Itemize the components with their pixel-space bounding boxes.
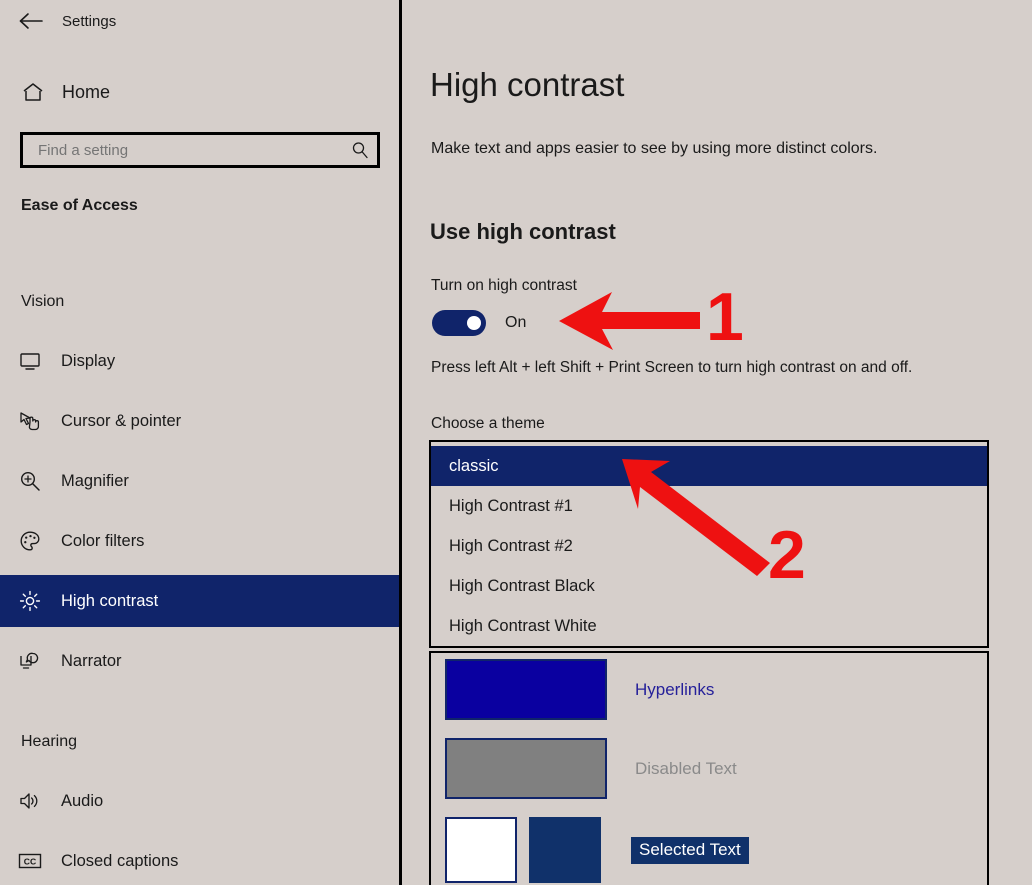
preview-label-selected-text: Selected Text bbox=[631, 836, 749, 864]
preview-row-disabled-text: Disabled Text bbox=[445, 738, 737, 799]
sidebar-item-magnifier[interactable]: Magnifier bbox=[0, 461, 399, 501]
disabled-text-color-swatch bbox=[445, 738, 607, 799]
nav-group-hearing: Hearing bbox=[21, 733, 78, 750]
choose-theme-label: Choose a theme bbox=[431, 415, 545, 432]
sidebar-item-high-contrast-label: High contrast bbox=[61, 591, 159, 610]
hyperlink-color-swatch bbox=[445, 659, 607, 720]
svg-text:CC: CC bbox=[24, 857, 36, 867]
theme-option-classic-label: classic bbox=[449, 456, 499, 475]
section-title-use-high-contrast: Use high contrast bbox=[430, 219, 616, 244]
app-name-label: Ease of Access bbox=[21, 197, 138, 214]
theme-preview-panel: Hyperlinks Disabled Text Selected Text bbox=[429, 651, 989, 885]
preview-label-disabled-text: Disabled Text bbox=[635, 758, 737, 778]
window-title: Settings bbox=[62, 12, 117, 30]
palette-icon bbox=[17, 530, 43, 552]
sidebar-item-cursor-pointer-label: Cursor & pointer bbox=[61, 411, 182, 430]
sidebar-item-home-label: Home bbox=[62, 81, 111, 102]
theme-option-high-contrast-2[interactable]: High Contrast #2 bbox=[431, 526, 987, 566]
settings-sidebar: Settings Home Ease of Access Vision Hear… bbox=[0, 0, 402, 885]
sun-brightness-icon bbox=[17, 590, 43, 612]
theme-option-high-contrast-black-label: High Contrast Black bbox=[449, 576, 595, 595]
preview-row-selected-text: Selected Text bbox=[445, 817, 749, 883]
theme-list[interactable]: classic High Contrast #1 High Contrast #… bbox=[429, 440, 989, 648]
high-contrast-toggle[interactable] bbox=[432, 310, 486, 336]
sidebar-item-narrator-label: Narrator bbox=[61, 651, 122, 670]
sidebar-item-high-contrast[interactable]: High contrast bbox=[0, 575, 399, 627]
narrator-icon bbox=[17, 651, 43, 672]
page-subtitle: Make text and apps easier to see by usin… bbox=[431, 140, 878, 157]
theme-option-classic[interactable]: classic bbox=[431, 446, 987, 486]
sidebar-item-audio-label: Audio bbox=[61, 791, 104, 810]
nav-group-vision: Vision bbox=[21, 293, 65, 310]
preview-label-hyperlinks: Hyperlinks bbox=[635, 679, 715, 699]
preview-row-hyperlinks: Hyperlinks bbox=[445, 659, 714, 720]
high-contrast-toggle-row: On bbox=[432, 310, 526, 336]
selected-text-background-swatch bbox=[529, 817, 601, 883]
theme-option-high-contrast-2-label: High Contrast #2 bbox=[449, 536, 573, 555]
search-input[interactable] bbox=[36, 140, 343, 160]
theme-option-high-contrast-white[interactable]: High Contrast White bbox=[431, 606, 987, 646]
page-title: High contrast bbox=[430, 66, 625, 103]
cursor-pointer-icon bbox=[17, 411, 43, 432]
closed-captions-icon: CC bbox=[17, 852, 43, 870]
toggle-state-label: On bbox=[505, 314, 527, 331]
search-box[interactable] bbox=[20, 132, 380, 168]
speaker-icon bbox=[17, 791, 43, 811]
sidebar-item-color-filters[interactable]: Color filters bbox=[0, 521, 399, 561]
sidebar-item-magnifier-label: Magnifier bbox=[61, 471, 129, 490]
sidebar-item-display-label: Display bbox=[61, 351, 116, 370]
toggle-knob bbox=[467, 316, 481, 330]
sidebar-item-display[interactable]: Display bbox=[0, 341, 399, 381]
sidebar-item-audio[interactable]: Audio bbox=[0, 781, 399, 821]
annotation-number-1: 1 bbox=[706, 279, 744, 355]
selected-text-foreground-swatch bbox=[445, 817, 517, 883]
home-icon bbox=[20, 82, 46, 102]
theme-option-high-contrast-1[interactable]: High Contrast #1 bbox=[431, 486, 987, 526]
annotation-number-2: 2 bbox=[768, 517, 806, 593]
sidebar-item-narrator[interactable]: Narrator bbox=[0, 641, 399, 681]
sidebar-item-color-filters-label: Color filters bbox=[61, 531, 145, 550]
sidebar-item-cursor-pointer[interactable]: Cursor & pointer bbox=[0, 401, 399, 441]
theme-option-high-contrast-1-label: High Contrast #1 bbox=[449, 496, 573, 515]
magnifier-icon bbox=[17, 470, 43, 492]
theme-option-high-contrast-white-label: High Contrast White bbox=[449, 616, 597, 635]
back-arrow-icon bbox=[19, 13, 43, 29]
shortcut-hint-text: Press left Alt + left Shift + Print Scre… bbox=[431, 359, 913, 376]
toggle-label: Turn on high contrast bbox=[431, 277, 577, 294]
sidebar-item-home[interactable]: Home bbox=[0, 72, 402, 112]
title-bar: Settings bbox=[0, 0, 402, 42]
search-icon[interactable] bbox=[343, 141, 377, 159]
sidebar-item-closed-captions-label: Closed captions bbox=[61, 851, 179, 870]
back-button[interactable] bbox=[8, 3, 54, 39]
main-content: High contrast Make text and apps easier … bbox=[405, 0, 1032, 885]
monitor-icon bbox=[17, 351, 43, 371]
theme-option-high-contrast-black[interactable]: High Contrast Black bbox=[431, 566, 987, 606]
sidebar-item-closed-captions[interactable]: CC Closed captions bbox=[0, 841, 399, 881]
